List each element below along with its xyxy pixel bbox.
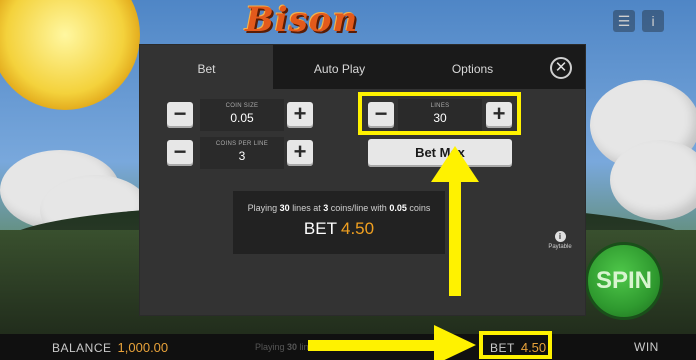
summary-bet-value: 4.50 — [340, 219, 375, 238]
summary-suffix: coins — [409, 203, 431, 213]
summary-text: Playing 30 lines at 3 coins/line with 0.… — [233, 203, 445, 213]
summary-mid2: coins/line with — [330, 203, 387, 213]
bet-max-button[interactable]: Bet Max — [368, 139, 512, 167]
win-label: WIN — [634, 340, 659, 354]
bottom-bar: BALANCE 1,000.00 Playing 30 lines BET 4.50… — [0, 334, 696, 360]
summary-prefix: Playing — [247, 203, 278, 213]
balance-value: 1,000.00 — [117, 340, 169, 355]
status-lines: 30 — [287, 342, 298, 352]
summary-lines: 30 — [279, 203, 290, 213]
lines-highlight-box — [358, 92, 521, 135]
coin-size-decrease-button[interactable]: − — [167, 102, 193, 128]
coins-per-line-decrease-button[interactable]: − — [167, 140, 193, 166]
coin-size-label: COIN SIZE — [225, 103, 259, 109]
cloud-graphic — [610, 140, 696, 220]
info-icon[interactable]: i — [642, 10, 664, 32]
coin-size-value: 0.05 — [230, 111, 254, 125]
coins-per-line-label: COINS PER LINE — [215, 141, 269, 147]
status-suffix: lines — [299, 342, 319, 352]
tab-bet[interactable]: Bet — [140, 45, 273, 89]
coin-size-display: COIN SIZE 0.05 — [200, 99, 284, 131]
paytable-label: Paytable — [548, 244, 572, 250]
modal-tabs: Bet Auto Play Options ✕ — [140, 45, 585, 89]
status-prefix: Playing — [255, 342, 285, 352]
summary-bet-label: BET — [303, 219, 337, 238]
summary-bet: BET 4.50 — [233, 219, 445, 239]
coins-per-line-stepper: − COINS PER LINE 3 + — [167, 137, 317, 170]
summary-mid1: lines at — [292, 203, 321, 213]
info-icon: i — [554, 231, 566, 242]
summary-coins: 3 — [323, 203, 329, 213]
bet-summary: Playing 30 lines at 3 coins/line with 0.… — [233, 191, 445, 254]
coins-per-line-value: 3 — [238, 149, 246, 163]
coin-size-stepper: − COIN SIZE 0.05 + — [167, 99, 317, 132]
tab-options[interactable]: Options — [406, 45, 539, 89]
coins-per-line-increase-button[interactable]: + — [287, 140, 313, 166]
coins-per-line-display: COINS PER LINE 3 — [200, 137, 284, 169]
coin-size-increase-button[interactable]: + — [287, 102, 313, 128]
win-display: WIN — [634, 340, 659, 354]
tab-auto-play[interactable]: Auto Play — [273, 45, 406, 89]
bet-highlight-box — [479, 331, 552, 359]
spin-button[interactable]: SPIN — [585, 242, 663, 320]
close-icon[interactable]: ✕ — [550, 57, 572, 79]
balance-label: BALANCE — [52, 341, 112, 355]
summary-coin-size: 0.05 — [389, 203, 407, 213]
game-logo: Bison Bonus — [245, 0, 369, 80]
bet-settings-modal: Bet Auto Play Options ✕ − COIN SIZE 0.05… — [140, 45, 585, 315]
menu-icon[interactable]: ☰ — [613, 10, 635, 32]
status-text: Playing 30 lines — [255, 342, 318, 352]
paytable-link[interactable]: i Paytable — [545, 231, 575, 250]
sun-graphic — [0, 0, 140, 110]
balance-display: BALANCE 1,000.00 — [52, 340, 168, 355]
